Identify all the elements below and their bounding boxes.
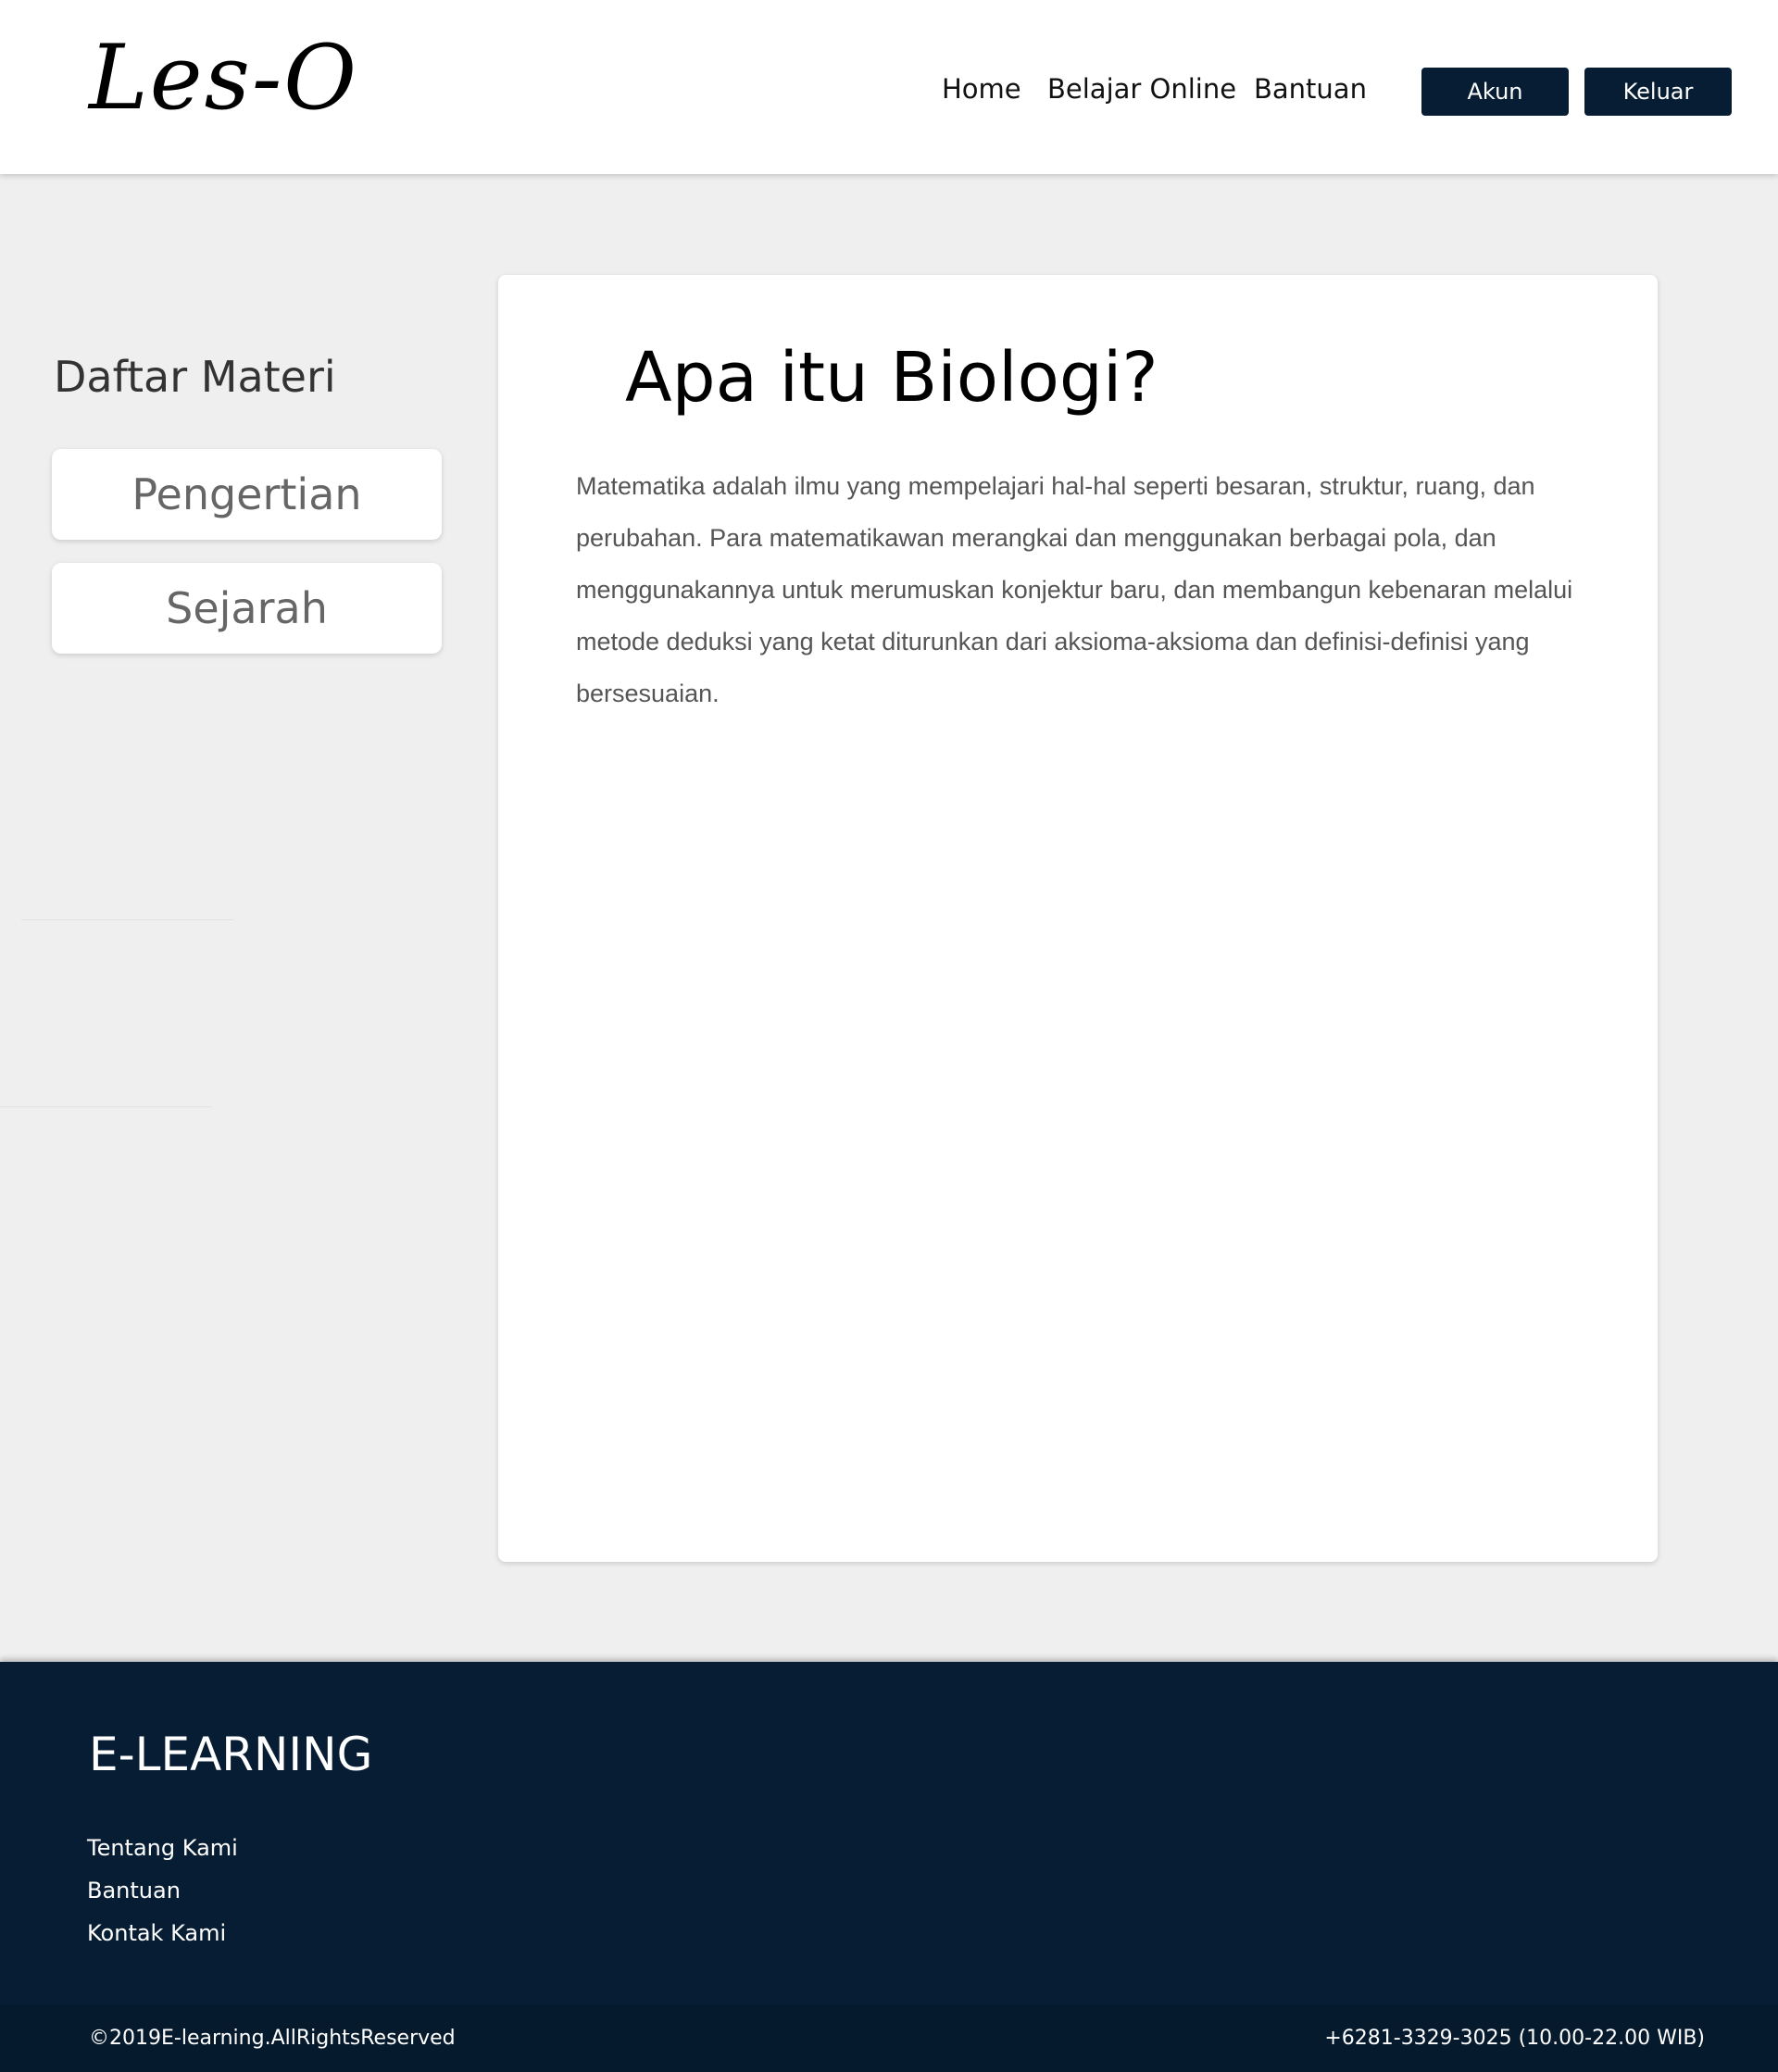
nav-home-link[interactable]: Home xyxy=(942,70,1021,107)
footer-link-tentang-kami[interactable]: Tentang Kami xyxy=(87,1834,238,1862)
akun-button[interactable]: Akun xyxy=(1421,68,1569,116)
divider xyxy=(21,919,233,920)
divider xyxy=(0,1106,212,1107)
copyright-text: ©2019E-learning.AllRightsReserved xyxy=(89,2027,456,2050)
site-logo[interactable]: Les-O xyxy=(89,29,358,128)
page-title: Apa itu Biologi? xyxy=(625,338,1158,418)
footer-link-kontak-kami[interactable]: Kontak Kami xyxy=(87,1919,226,1947)
sidebar-item-pengertian[interactable]: Pengertian xyxy=(52,449,442,540)
sidebar-title: Daftar Materi xyxy=(54,352,336,402)
footer: E-LEARNING Tentang Kami Bantuan Kontak K… xyxy=(0,1662,1778,2005)
nav-bantuan-link[interactable]: Bantuan xyxy=(1254,70,1367,107)
footer-bottom-bar: ©2019E-learning.AllRightsReserved +6281-… xyxy=(0,2005,1778,2072)
footer-link-bantuan[interactable]: Bantuan xyxy=(87,1877,181,1904)
content-card: Apa itu Biologi? Matematika adalah ilmu … xyxy=(498,275,1658,1562)
nav-belajar-online-link[interactable]: Belajar Online xyxy=(1047,70,1236,107)
footer-title: E-LEARNING xyxy=(89,1728,373,1781)
sidebar-item-sejarah[interactable]: Sejarah xyxy=(52,563,442,654)
keluar-button[interactable]: Keluar xyxy=(1584,68,1732,116)
top-header: Les-O Home Belajar Online Bantuan Akun K… xyxy=(0,0,1778,174)
contact-phone-text: +6281-3329-3025 (10.00-22.00 WIB) xyxy=(1324,2027,1705,2050)
content-body-text: Matematika adalah ilmu yang mempelajari … xyxy=(576,472,1573,707)
